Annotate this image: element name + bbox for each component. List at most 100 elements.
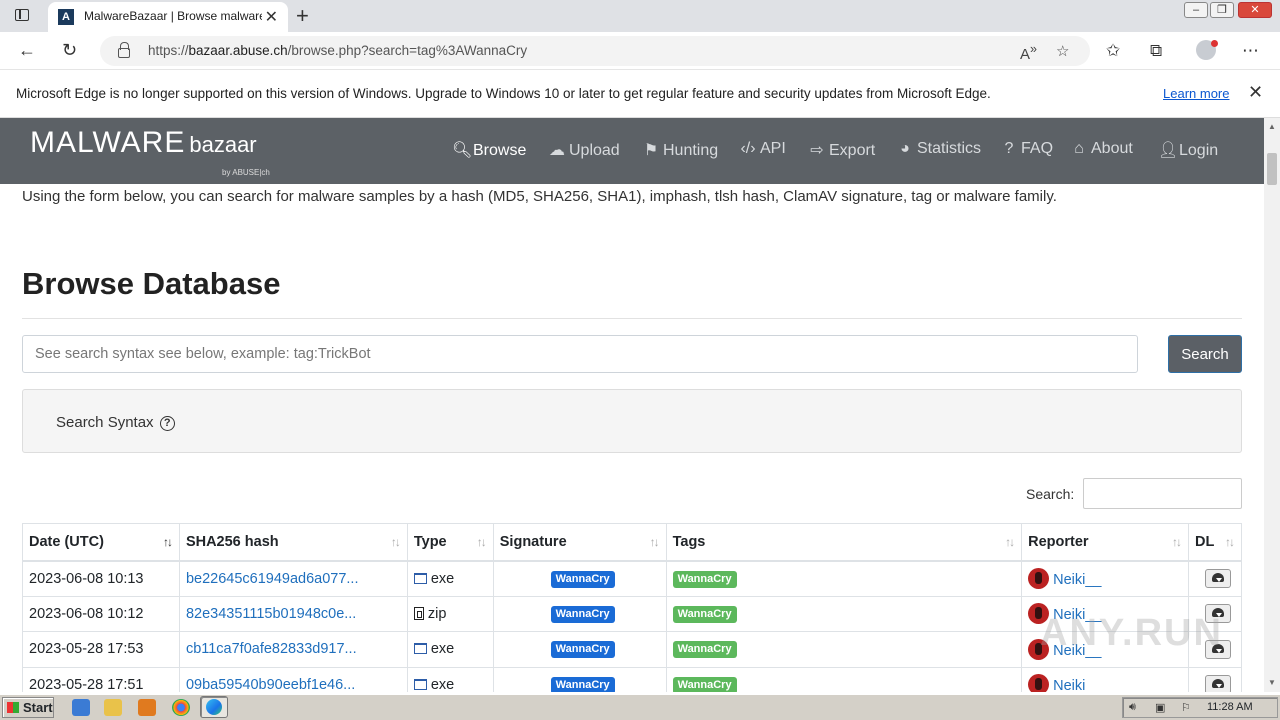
nav-about[interactable]: ⌂ About <box>1070 140 1133 158</box>
scroll-thumb[interactable] <box>1267 153 1277 185</box>
sort-icon: ↑↓ <box>390 535 401 549</box>
reporter-link[interactable]: Neiki <box>1053 678 1085 692</box>
code-icon: ‹/› <box>740 140 756 157</box>
unsupported-info-bar: Microsoft Edge is no longer supported on… <box>0 70 1280 118</box>
nav-export[interactable]: ⇨ Export <box>808 140 875 160</box>
minimize-icon[interactable]: – <box>1184 2 1208 18</box>
signature-badge[interactable]: WannaCry <box>550 570 615 588</box>
building-icon: ⌂ <box>1074 140 1084 157</box>
reporter-link[interactable]: Neiki__ <box>1053 572 1101 588</box>
read-aloud-icon[interactable]: A» <box>1020 42 1037 63</box>
col-hash[interactable]: SHA256 hash ↑↓ <box>178 523 408 562</box>
lock-icon <box>118 42 130 58</box>
flag-icon[interactable]: ⚐ <box>1181 701 1191 714</box>
media-player-icon[interactable] <box>138 699 156 716</box>
edge-taskbar-button[interactable] <box>200 696 228 718</box>
favorites-icon[interactable]: ✩ <box>1106 41 1120 61</box>
malwarebazaar-logo[interactable]: MALWARE bazaar by ABUSE|ch <box>30 126 270 177</box>
scroll-up-icon[interactable]: ▲ <box>1268 122 1276 131</box>
search-syntax-label: Search Syntax <box>56 414 154 431</box>
chrome-icon[interactable] <box>172 699 190 716</box>
search-button[interactable]: Search <box>1168 335 1242 373</box>
nav-upload[interactable]: ☁ Upload <box>548 140 620 160</box>
search-input[interactable] <box>22 335 1138 373</box>
restore-icon[interactable]: ❐ <box>1210 2 1234 18</box>
zip-file-icon <box>413 606 424 620</box>
cell-type: exe <box>430 676 455 692</box>
nav-hunting[interactable]: ⚑ Hunting <box>642 140 718 160</box>
cell-date: 2023-05-28 17:53 <box>22 631 180 668</box>
col-reporter[interactable]: Reporter ↑↓ <box>1021 523 1189 562</box>
tag-badge[interactable]: WannaCry <box>672 570 737 588</box>
cell-type: exe <box>430 570 455 587</box>
ie-icon[interactable] <box>72 699 90 716</box>
sort-icon: ↑↓ <box>649 535 660 549</box>
hash-link[interactable]: 09ba59540b90eebf1e46... <box>186 677 355 692</box>
network-icon[interactable]: ▣ <box>1155 701 1165 714</box>
help-icon[interactable]: ? <box>159 416 175 431</box>
hash-link[interactable]: be22645c61949ad6a077... <box>186 571 359 587</box>
address-bar[interactable]: https://bazaar.abuse.ch/browse.php?searc… <box>100 36 1090 66</box>
nav-browse[interactable]: 🔍︎Browse <box>452 140 526 160</box>
cell-type: exe <box>430 641 455 658</box>
cell-date: 2023-05-28 17:51 <box>22 667 180 692</box>
signature-badge[interactable]: WannaCry <box>550 641 615 659</box>
new-tab-icon[interactable]: + <box>296 3 309 29</box>
page-title: Browse Database <box>22 266 281 301</box>
nav-statistics[interactable]: ◕ Statistics <box>896 140 981 158</box>
tab-strip: A MalwareBazaar | Browse malware ✕ + – ❐… <box>0 0 1280 32</box>
col-tags[interactable]: Tags ↑↓ <box>665 523 1023 562</box>
learn-more-link[interactable]: Learn more <box>1163 86 1229 101</box>
exe-file-icon <box>413 572 427 584</box>
start-button[interactable]: Start <box>2 697 54 718</box>
search-icon: 🔍︎ <box>452 142 473 159</box>
col-signature[interactable]: Signature ↑↓ <box>492 523 667 562</box>
site-favicon: A <box>58 9 74 25</box>
page-scrollbar[interactable]: ▲ ▼ <box>1264 118 1280 692</box>
edge-icon <box>206 699 222 715</box>
export-icon: ⇨ <box>810 142 824 159</box>
table-filter-label: Search: <box>1026 486 1075 502</box>
tag-badge[interactable]: WannaCry <box>672 605 737 623</box>
collections-icon[interactable]: ⧉ <box>1150 41 1162 61</box>
info-close-icon[interactable]: ✕ <box>1248 82 1263 103</box>
back-icon[interactable]: ← <box>18 40 36 61</box>
download-icon[interactable] <box>1204 675 1231 692</box>
cell-date: 2023-06-08 10:12 <box>22 596 180 632</box>
browser-tab[interactable]: A MalwareBazaar | Browse malware ✕ <box>48 2 288 32</box>
page-viewport: MALWARE bazaar by ABUSE|ch 🔍︎Browse ☁ Uplo… <box>0 118 1264 692</box>
explorer-icon[interactable] <box>104 699 122 716</box>
clock: 11:28 AM <box>1207 701 1253 713</box>
reporter-avatar <box>1028 674 1050 692</box>
tab-title: MalwareBazaar | Browse malware <box>84 9 262 23</box>
signature-badge[interactable]: WannaCry <box>550 676 615 692</box>
search-syntax-panel[interactable]: Search Syntax ? <box>22 389 1242 453</box>
add-favorite-icon[interactable]: ☆ <box>1056 42 1069 60</box>
exe-file-icon <box>413 643 427 655</box>
nav-api[interactable]: ‹/› API <box>739 140 785 158</box>
col-date[interactable]: Date (UTC) ↑↓ <box>22 523 180 562</box>
download-icon[interactable] <box>1204 569 1231 588</box>
tag-badge[interactable]: WannaCry <box>672 676 737 692</box>
tab-close-icon[interactable]: ✕ <box>265 7 278 27</box>
tag-badge[interactable]: WannaCry <box>672 641 737 659</box>
window-close-icon[interactable]: ✕ <box>1238 2 1272 18</box>
scroll-down-icon[interactable]: ▼ <box>1268 678 1276 687</box>
cell-date: 2023-06-08 10:13 <box>22 560 180 597</box>
refresh-icon[interactable]: ↻ <box>62 40 77 61</box>
profile-avatar[interactable] <box>1196 40 1218 60</box>
hash-link[interactable]: cb11ca7f0afe82833d917... <box>186 641 357 657</box>
tab-actions-icon[interactable] <box>10 6 38 26</box>
nav-faq[interactable]: ? FAQ <box>1000 140 1053 158</box>
nav-login[interactable]: 👤︎Login <box>1158 140 1218 160</box>
signature-badge[interactable]: WannaCry <box>550 605 615 623</box>
volume-icon[interactable]: 🔊︎ <box>1129 701 1136 714</box>
sort-icon: ↑↓ <box>1225 535 1235 549</box>
col-type[interactable]: Type ↑↓ <box>406 523 494 562</box>
info-message: Microsoft Edge is no longer supported on… <box>16 86 991 101</box>
col-dl[interactable]: DL ↑↓ <box>1187 523 1243 562</box>
more-icon[interactable]: ⋯ <box>1242 41 1259 61</box>
browser-toolbar: ← ↻ https://bazaar.abuse.ch/browse.php?s… <box>0 32 1280 70</box>
table-filter-input[interactable] <box>1083 478 1242 509</box>
hash-link[interactable]: 82e34351115b01948c0e... <box>186 606 356 622</box>
